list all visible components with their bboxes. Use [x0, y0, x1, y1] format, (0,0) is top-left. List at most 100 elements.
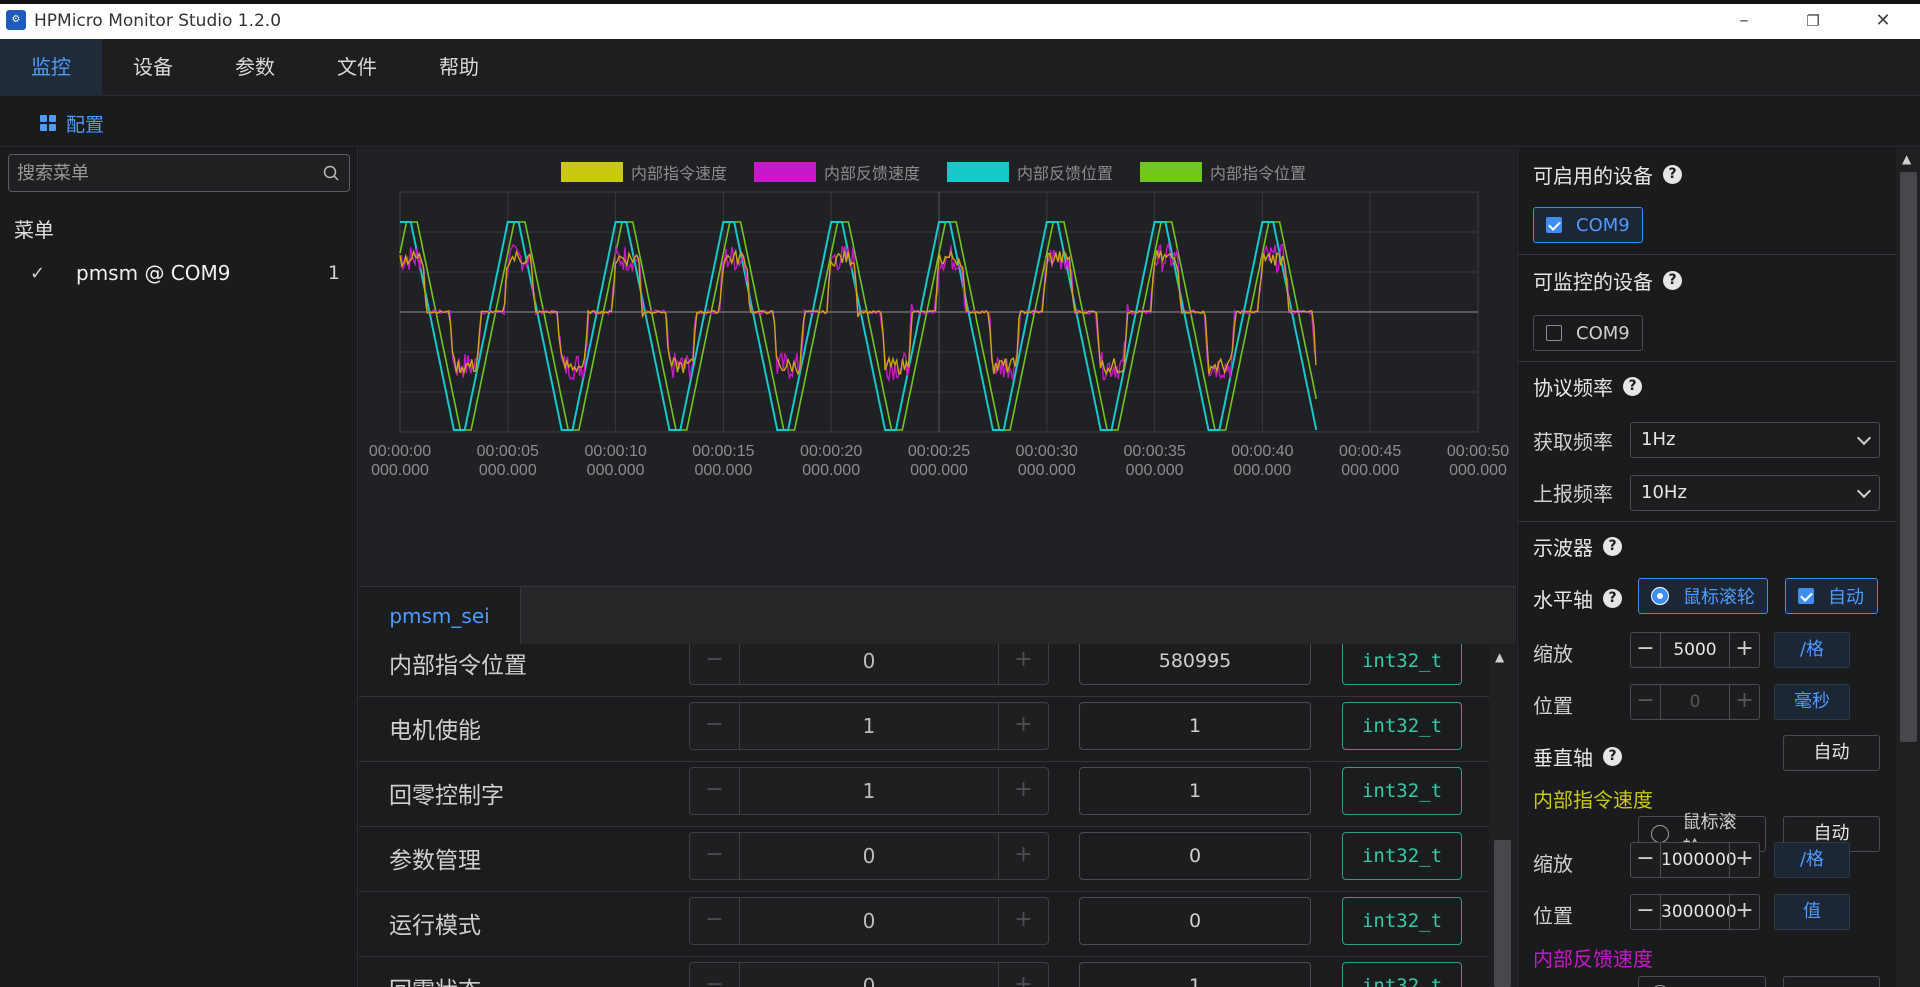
param-type-button[interactable]: int32_t: [1342, 962, 1462, 987]
v-pos-value[interactable]: 3000000: [1661, 895, 1737, 929]
param-set-stepper[interactable]: − 1 +: [689, 702, 1049, 750]
radio-selected-icon: [1651, 587, 1669, 605]
param-type-button[interactable]: int32_t: [1342, 767, 1462, 815]
help-icon[interactable]: ?: [1623, 377, 1642, 396]
v-zoom-unit-button[interactable]: /格: [1774, 842, 1850, 878]
help-icon[interactable]: ?: [1603, 747, 1622, 766]
param-set-value[interactable]: 0: [740, 644, 998, 684]
help-icon[interactable]: ?: [1663, 165, 1682, 184]
chevron-down-icon: [1856, 483, 1872, 499]
h-pos-stepper[interactable]: − 0 +: [1630, 684, 1760, 720]
menu-help[interactable]: 帮助: [408, 39, 510, 96]
plus-icon[interactable]: +: [1729, 633, 1759, 667]
param-type-button[interactable]: int32_t: [1342, 702, 1462, 750]
enable-device-checkbox[interactable]: COM9: [1533, 207, 1643, 243]
param-set-stepper[interactable]: − 0 +: [689, 897, 1049, 945]
x-tick-label-ms: 000.000: [1449, 462, 1507, 479]
param-set-stepper[interactable]: − 1 +: [689, 767, 1049, 815]
menu-file[interactable]: 文件: [306, 39, 408, 96]
divider: [1518, 521, 1898, 522]
plus-icon[interactable]: +: [998, 703, 1048, 749]
minus-icon[interactable]: −: [690, 963, 740, 987]
minus-icon[interactable]: −: [1631, 843, 1661, 877]
tree-item-count: 1: [327, 262, 340, 284]
v-zoom-value[interactable]: 1000000: [1661, 843, 1737, 877]
protocol-section: 协议频率 ?: [1533, 372, 1642, 401]
restore-icon[interactable]: ❐: [1793, 8, 1833, 34]
minus-icon[interactable]: −: [690, 833, 740, 879]
scroll-thumb[interactable]: [1900, 172, 1917, 742]
fetch-freq-select[interactable]: 1Hz: [1630, 422, 1880, 458]
param-set-value[interactable]: 0: [740, 963, 998, 987]
scroll-up-icon[interactable]: ▲: [1902, 152, 1911, 166]
scroll-thumb[interactable]: [1494, 840, 1511, 987]
v-series2-wheel-radio[interactable]: [1638, 976, 1766, 987]
x-tick-label: 00:00:45: [1339, 443, 1401, 460]
h-axis-wheel-radio[interactable]: 鼠标滚轮: [1638, 578, 1768, 614]
minus-icon[interactable]: −: [1631, 685, 1661, 719]
plus-icon[interactable]: +: [1729, 895, 1759, 929]
plus-icon[interactable]: +: [998, 644, 1048, 684]
param-type-button[interactable]: int32_t: [1342, 644, 1462, 685]
monitor-devices-section: 可监控的设备 ?: [1533, 266, 1682, 295]
v-pos-stepper[interactable]: − 3000000 +: [1630, 894, 1760, 930]
params-scrollbar[interactable]: ▲: [1489, 644, 1516, 987]
x-tick-label-ms: 000.000: [694, 462, 752, 479]
minus-icon[interactable]: −: [690, 898, 740, 944]
help-icon[interactable]: ?: [1603, 589, 1622, 608]
param-set-stepper[interactable]: − 0 +: [689, 644, 1049, 685]
param-set-stepper[interactable]: − 0 +: [689, 832, 1049, 880]
search-input[interactable]: [17, 155, 317, 191]
oscilloscope-chart[interactable]: 内部指令速度 内部反馈速度 内部反馈位置 内部指令位置 00:00:00 000.…: [359, 148, 1516, 586]
plus-icon[interactable]: +: [1729, 843, 1759, 877]
plus-icon[interactable]: +: [1729, 685, 1759, 719]
search-icon[interactable]: [323, 165, 339, 181]
plus-icon[interactable]: +: [998, 898, 1048, 944]
param-set-value[interactable]: 1: [740, 768, 998, 814]
plus-icon[interactable]: +: [998, 768, 1048, 814]
minus-icon[interactable]: −: [690, 768, 740, 814]
minus-icon[interactable]: −: [1631, 895, 1661, 929]
v-zoom-stepper[interactable]: − 1000000 +: [1630, 842, 1760, 878]
help-icon[interactable]: ?: [1603, 537, 1622, 556]
section-title: 垂直轴: [1533, 746, 1593, 770]
h-zoom-value[interactable]: 5000: [1661, 633, 1729, 667]
minimize-icon[interactable]: –: [1724, 8, 1764, 34]
h-axis-section: 水平轴 ?: [1533, 584, 1622, 613]
v-series2-title: 内部反馈速度: [1533, 947, 1653, 971]
tree-item-label: pmsm @ COM9: [76, 261, 231, 285]
menu-params[interactable]: 参数: [204, 39, 306, 96]
scroll-up-icon[interactable]: ▲: [1495, 650, 1504, 664]
menu-device[interactable]: 设备: [102, 39, 204, 96]
report-freq-select[interactable]: 10Hz: [1630, 475, 1880, 511]
help-icon[interactable]: ?: [1663, 271, 1682, 290]
plus-icon[interactable]: +: [998, 963, 1048, 987]
h-zoom-label: 缩放: [1533, 642, 1573, 666]
param-type-button[interactable]: int32_t: [1342, 897, 1462, 945]
v-axis-auto-button[interactable]: 自动: [1783, 735, 1880, 771]
config-button[interactable]: 配置: [40, 111, 104, 136]
h-axis-auto-checkbox[interactable]: 自动: [1785, 578, 1878, 614]
v-pos-unit-button[interactable]: 值: [1774, 894, 1850, 930]
monitor-device-checkbox[interactable]: COM9: [1533, 315, 1643, 351]
minus-icon[interactable]: −: [1631, 633, 1661, 667]
plus-icon[interactable]: +: [998, 833, 1048, 879]
tab-pmsm-sei[interactable]: pmsm_sei: [359, 587, 521, 645]
menu-monitor[interactable]: 监控: [0, 39, 102, 96]
close-icon[interactable]: ✕: [1863, 8, 1903, 34]
h-pos-unit-button[interactable]: 毫秒: [1774, 684, 1850, 720]
toolbar: 配置: [0, 97, 1920, 147]
minus-icon[interactable]: −: [690, 703, 740, 749]
minus-icon[interactable]: −: [690, 644, 740, 684]
h-zoom-stepper[interactable]: − 5000 +: [1630, 632, 1760, 668]
right-scrollbar[interactable]: ▲: [1896, 148, 1920, 987]
h-zoom-unit-button[interactable]: /格: [1774, 632, 1850, 668]
tree-item-pmsm[interactable]: ✓ pmsm @ COM9 1: [30, 256, 340, 290]
h-pos-value[interactable]: 0: [1661, 685, 1729, 719]
param-set-value[interactable]: 1: [740, 703, 998, 749]
param-set-value[interactable]: 0: [740, 833, 998, 879]
param-type-button[interactable]: int32_t: [1342, 832, 1462, 880]
param-set-stepper[interactable]: − 0 +: [689, 962, 1049, 987]
v-series2-auto-button[interactable]: [1783, 976, 1880, 987]
param-set-value[interactable]: 0: [740, 898, 998, 944]
